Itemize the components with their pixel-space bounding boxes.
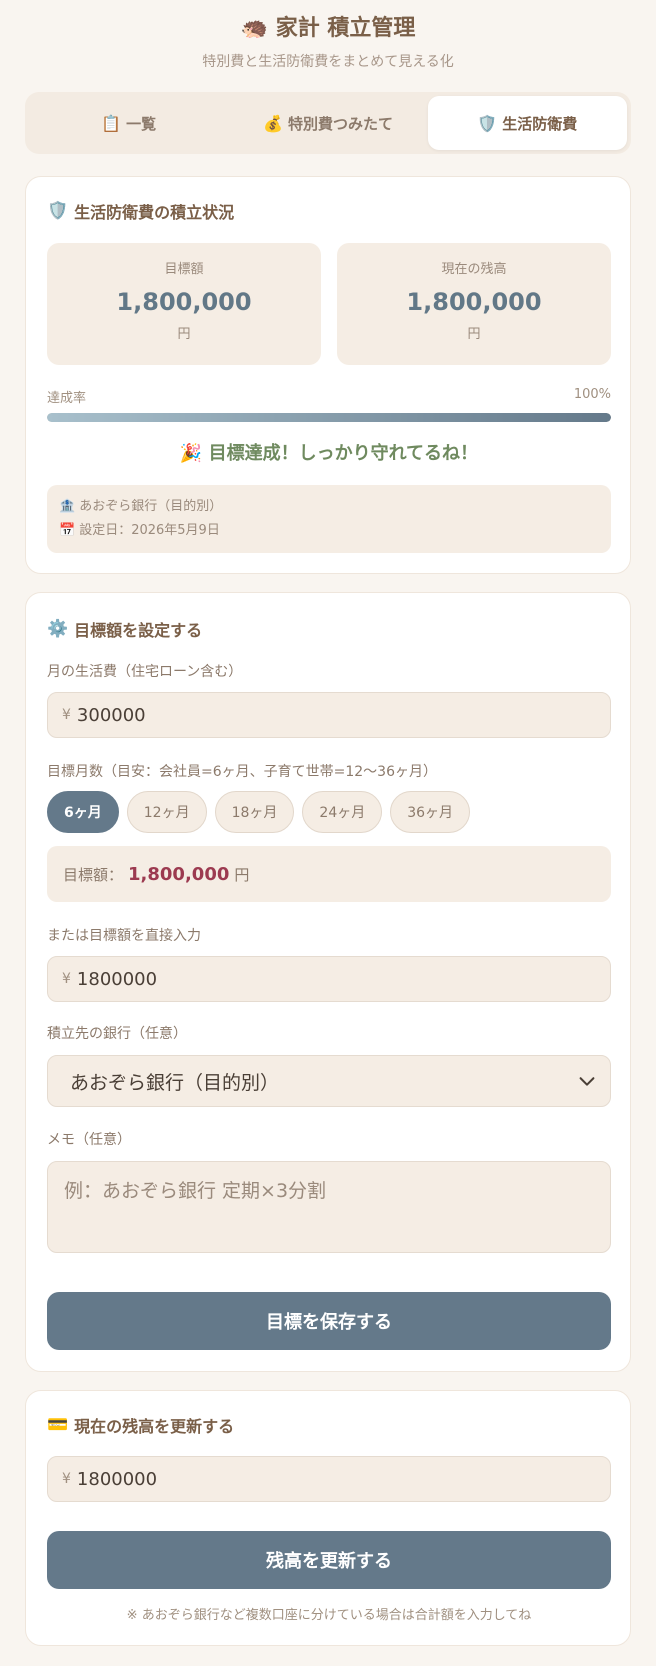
month-option-12[interactable]: 12ヶ月 <box>126 791 207 833</box>
app-title: 🦔 家計 積立管理 <box>240 16 416 41</box>
balance-stat-label: 現在の残高 <box>441 262 507 277</box>
achieved-message: 🎉 目標達成！しっかり守れてるね！ <box>179 443 479 464</box>
target-suffix: 円 <box>234 865 250 884</box>
tab-emergency-fund-label: 生活防衛費 <box>502 114 578 133</box>
bank-select-label: 積立先の銀行（任意） <box>47 1026 187 1042</box>
direct-target-input[interactable] <box>76 968 557 990</box>
month-option-18[interactable]: 18ヶ月 <box>214 791 295 833</box>
status-card-title: 🛡️ 生活防衛費の積立状況 <box>47 199 234 223</box>
chevron-down-icon <box>579 1077 595 1086</box>
progress-bar-fill <box>47 413 611 422</box>
status-title-text: 生活防衛費の積立状況 <box>74 203 235 222</box>
balance-card-title: 💳 現在の残高を更新する <box>47 1413 234 1437</box>
month-option-36[interactable]: 36ヶ月 <box>390 791 471 833</box>
date-info-text: 設定日：2026年5月9日 <box>79 523 220 538</box>
money-bag-icon: 💰 <box>263 113 283 133</box>
balance-update-card: 💳 現在の残高を更新する ¥ 残高を更新する ※ あおぞら銀行など複数口座に分け… <box>25 1390 631 1646</box>
save-goal-button[interactable]: 目標を保存する <box>47 1292 611 1350</box>
direct-target-field: ¥ <box>47 956 611 1002</box>
yen-symbol: ¥ <box>62 971 71 987</box>
monthly-cost-label: 月の生活費（住宅ローン含む） <box>47 664 243 680</box>
achievement-rate-value: 100% <box>573 387 611 402</box>
goal-title-text: 目標額を設定する <box>74 621 203 640</box>
calendar-icon: 📅 <box>59 523 76 538</box>
date-info: 📅 設定日：2026年5月9日 <box>59 519 599 543</box>
achievement-rate-row: 達成率 100% <box>47 387 611 406</box>
tab-bar: 📋 一覧 💰 特別費つみたて 🛡️ 生活防衛費 <box>25 92 631 154</box>
target-stat-unit: 円 <box>177 327 191 342</box>
update-balance-button[interactable]: 残高を更新する <box>47 1531 611 1589</box>
months-selector: 6ヶ月 12ヶ月 18ヶ月 24ヶ月 36ヶ月 <box>47 791 471 833</box>
balance-input[interactable] <box>76 1468 557 1490</box>
balance-stat: 現在の残高 1,800,000 円 <box>337 243 611 365</box>
target-stat: 目標額 1,800,000 円 <box>47 243 321 365</box>
bank-select[interactable]: あおぞら銀行（目的別） <box>47 1055 611 1107</box>
app-subtitle: 特別費と生活防衛費をまとめて見える化 <box>202 54 454 70</box>
month-option-24[interactable]: 24ヶ月 <box>302 791 383 833</box>
balance-stat-unit: 円 <box>467 327 481 342</box>
balance-note: ※ あおぞら銀行など複数口座に分けている場合は合計額を入力してね <box>126 1608 532 1623</box>
bank-icon: 🏦 <box>59 499 76 514</box>
yen-symbol: ¥ <box>62 707 71 723</box>
tab-special-savings[interactable]: 💰 特別費つみたて <box>228 96 427 150</box>
goal-card-title: ⚙️ 目標額を設定する <box>47 617 202 641</box>
tab-overview[interactable]: 📋 一覧 <box>29 96 228 150</box>
credit-card-icon: 💳 <box>47 1415 69 1435</box>
tab-emergency-fund[interactable]: 🛡️ 生活防衛費 <box>427 96 627 150</box>
months-label: 目標月数（目安：会社員=6ヶ月、子育て世帯=12〜36ヶ月） <box>47 764 437 780</box>
calculated-target: 目標額： 1,800,000 円 <box>47 846 611 902</box>
monthly-cost-field: ¥ <box>47 692 611 738</box>
status-card: 🛡️ 生活防衛費の積立状況 目標額 1,800,000 円 現在の残高 1,80… <box>25 176 631 574</box>
shield-icon: 🛡️ <box>477 113 498 133</box>
bank-select-value: あおぞら銀行（目的別） <box>70 1071 280 1094</box>
achievement-rate-label: 達成率 <box>47 391 87 406</box>
month-option-6[interactable]: 6ヶ月 <box>47 791 119 833</box>
monthly-cost-input[interactable] <box>76 704 557 726</box>
app-header: 🦔 家計 積立管理 特別費と生活防衛費をまとめて見える化 <box>0 0 656 72</box>
progress-bar <box>47 413 611 422</box>
target-prefix: 目標額： <box>63 865 124 884</box>
yen-symbol: ¥ <box>62 1471 71 1487</box>
memo-textarea[interactable]: 例：あおぞら銀行 定期×3分割 <box>47 1161 611 1253</box>
memo-label: メモ（任意） <box>47 1132 131 1148</box>
target-stat-label: 目標額 <box>164 262 204 277</box>
balance-title-text: 現在の残高を更新する <box>74 1417 235 1436</box>
shield-icon: 🛡️ <box>47 201 69 221</box>
target-amount: 1,800,000 <box>128 863 230 885</box>
bank-info: 🏦 あおぞら銀行（目的別） <box>59 495 599 519</box>
target-stat-value: 1,800,000 <box>116 288 252 316</box>
bank-info-text: あおぞら銀行（目的別） <box>79 499 223 514</box>
goal-setting-card: ⚙️ 目標額を設定する 月の生活費（住宅ローン含む） ¥ 目標月数（目安：会社員… <box>25 592 631 1372</box>
goal-info-box: 🏦 あおぞら銀行（目的別） 📅 設定日：2026年5月9日 <box>47 485 611 553</box>
clipboard-icon: 📋 <box>101 113 122 133</box>
tab-special-savings-label: 特別費つみたて <box>287 114 393 133</box>
tab-overview-label: 一覧 <box>126 114 157 133</box>
direct-target-label: または目標額を直接入力 <box>47 928 201 944</box>
balance-stat-value: 1,800,000 <box>406 288 542 316</box>
balance-field: ¥ <box>47 1456 611 1502</box>
gear-icon: ⚙️ <box>47 619 69 639</box>
